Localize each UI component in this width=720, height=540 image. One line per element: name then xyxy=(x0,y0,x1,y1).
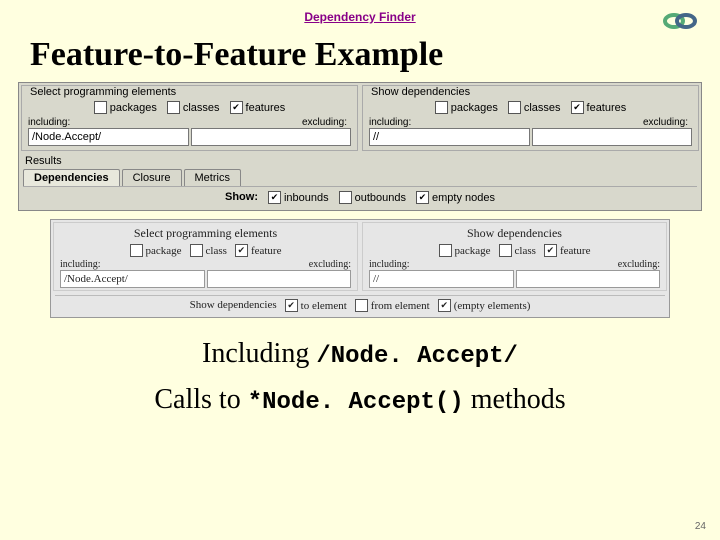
logo-icon xyxy=(660,6,700,36)
caption-text: methods xyxy=(464,384,566,415)
features-checkbox[interactable]: ✔ xyxy=(571,101,584,114)
excluding-input[interactable] xyxy=(191,128,352,146)
including-input[interactable]: // xyxy=(369,270,514,288)
filter-panel-1: Select programming elements packages cla… xyxy=(18,82,702,211)
features-checkbox[interactable]: ✔ xyxy=(230,101,243,114)
filter-panel-2: Select programming elements package clas… xyxy=(50,219,670,318)
including-input[interactable]: /Node.Accept/ xyxy=(28,128,189,146)
to-element-checkbox[interactable]: ✔ xyxy=(285,299,298,312)
show-label: Show: xyxy=(225,191,258,204)
caption-code: *Node. Accept() xyxy=(248,389,464,416)
empty-elements-checkbox[interactable]: ✔ xyxy=(438,299,451,312)
feature-checkbox[interactable]: ✔ xyxy=(235,244,248,257)
select-caption: Select programming elements xyxy=(26,86,353,98)
outbounds-checkbox[interactable] xyxy=(339,191,352,204)
excluding-input[interactable] xyxy=(207,270,352,288)
class-checkbox[interactable] xyxy=(499,244,512,257)
feature-checkbox[interactable]: ✔ xyxy=(544,244,557,257)
excluding-input[interactable] xyxy=(516,270,661,288)
excluding-label: excluding: xyxy=(529,117,693,128)
caption-code: /Node. Accept/ xyxy=(316,343,518,370)
empty-checkbox[interactable]: ✔ xyxy=(416,191,429,204)
tab-dependencies[interactable]: Dependencies xyxy=(23,169,120,186)
including-label: including: xyxy=(28,117,188,128)
excluding-input[interactable] xyxy=(532,128,693,146)
package-checkbox[interactable] xyxy=(130,244,143,257)
page-number: 24 xyxy=(695,521,706,532)
tab-closure[interactable]: Closure xyxy=(122,169,182,186)
including-input[interactable]: /Node.Accept/ xyxy=(60,270,205,288)
header-link-text[interactable]: Dependency Finder xyxy=(304,10,415,24)
header-link[interactable]: Dependency Finder xyxy=(0,0,720,24)
classes-checkbox[interactable] xyxy=(508,101,521,114)
caption-text: Calls to xyxy=(154,384,247,415)
tab-metrics[interactable]: Metrics xyxy=(184,169,241,186)
excluding-label: excluding: xyxy=(188,117,352,128)
show-deps-group: Show dependencies package class ✔feature… xyxy=(362,222,667,291)
packages-checkbox[interactable] xyxy=(94,101,107,114)
showdeps-caption: Show dependencies xyxy=(367,86,694,98)
results-label: Results xyxy=(19,153,701,167)
packages-checkbox[interactable] xyxy=(435,101,448,114)
including-label: including: xyxy=(369,117,529,128)
including-input[interactable]: // xyxy=(369,128,530,146)
page-title: Feature-to-Feature Example xyxy=(30,36,720,74)
caption-text: Including xyxy=(202,338,316,369)
classes-checkbox[interactable] xyxy=(167,101,180,114)
package-checkbox[interactable] xyxy=(439,244,452,257)
class-checkbox[interactable] xyxy=(190,244,203,257)
show-deps-group: Show dependencies packages classes ✔feat… xyxy=(362,85,699,151)
select-elements-group: Select programming elements packages cla… xyxy=(21,85,358,151)
select-elements-group: Select programming elements package clas… xyxy=(53,222,358,291)
inbounds-checkbox[interactable]: ✔ xyxy=(268,191,281,204)
caption-block: Including /Node. Accept/ Calls to *Node.… xyxy=(0,338,720,416)
from-element-checkbox[interactable] xyxy=(355,299,368,312)
